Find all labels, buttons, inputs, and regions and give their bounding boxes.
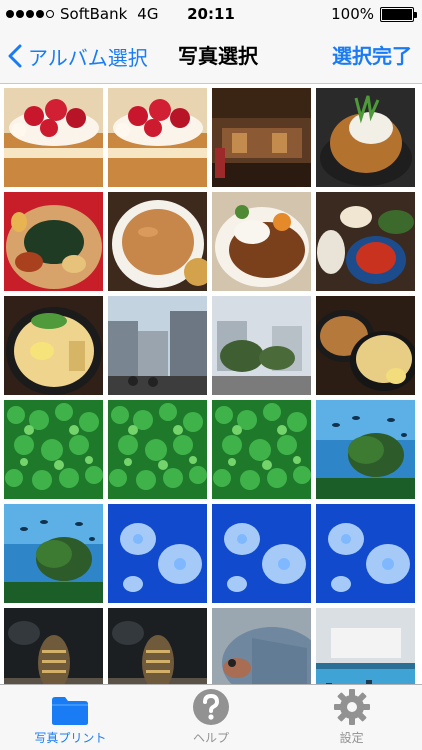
- photo-thumbnail[interactable]: [4, 400, 103, 499]
- photo-image: [316, 504, 415, 603]
- photo-thumbnail[interactable]: [212, 192, 311, 291]
- photo-image: [316, 192, 415, 291]
- photo-image: [4, 296, 103, 395]
- photo-image: [316, 88, 415, 187]
- photo-thumbnail[interactable]: [4, 296, 103, 395]
- chevron-left-icon: [8, 44, 22, 68]
- done-button[interactable]: 選択完了: [332, 28, 412, 84]
- tab-label: ヘルプ: [193, 731, 230, 745]
- photo-thumbnail[interactable]: [4, 504, 103, 603]
- photo-thumbnail[interactable]: [108, 296, 207, 395]
- photo-thumbnail[interactable]: [212, 504, 311, 603]
- photo-image: [212, 400, 311, 499]
- photo-image: [108, 88, 207, 187]
- battery-icon: [380, 6, 417, 22]
- photo-thumbnail[interactable]: [316, 192, 415, 291]
- tab-bar: 写真プリント ヘルプ 設定: [0, 684, 422, 750]
- photo-image: [316, 400, 415, 499]
- photo-thumbnail[interactable]: [108, 192, 207, 291]
- photo-thumbnail[interactable]: [4, 88, 103, 187]
- photo-image: [108, 504, 207, 603]
- page-title: 写真選択: [178, 44, 258, 68]
- photo-image: [4, 504, 103, 603]
- photo-image: [4, 88, 103, 187]
- photo-image: [108, 400, 207, 499]
- photo-image: [108, 192, 207, 291]
- navigation-bar: アルバム選択 写真選択 選択完了: [0, 28, 422, 84]
- photo-image: [316, 296, 415, 395]
- status-bar: SoftBank 4G 20:11 100%: [0, 0, 422, 28]
- photo-image: [212, 88, 311, 187]
- photo-thumbnail[interactable]: [316, 400, 415, 499]
- back-button[interactable]: アルバム選択: [8, 28, 148, 84]
- tab-settings[interactable]: 設定: [281, 685, 422, 750]
- photo-thumbnail[interactable]: [108, 504, 207, 603]
- tab-label: 設定: [339, 731, 364, 745]
- photo-thumbnail[interactable]: [212, 88, 311, 187]
- photo-image: [108, 296, 207, 395]
- photo-thumbnail[interactable]: [108, 400, 207, 499]
- photo-image: [212, 504, 311, 603]
- battery-percent: 100%: [331, 5, 374, 23]
- photo-image: [4, 192, 103, 291]
- folder-icon: [52, 697, 89, 725]
- photo-image: [212, 296, 311, 395]
- photo-thumbnail[interactable]: [212, 400, 311, 499]
- tab-help[interactable]: ヘルプ: [141, 685, 282, 750]
- back-button-label: アルバム選択: [28, 45, 148, 70]
- photo-thumbnail[interactable]: [316, 296, 415, 395]
- photo-thumbnail[interactable]: [108, 88, 207, 187]
- tab-photo-print[interactable]: 写真プリント: [0, 685, 141, 750]
- question-icon: [193, 689, 229, 725]
- gear-icon: [333, 689, 370, 725]
- photo-image: [212, 192, 311, 291]
- tab-label: 写真プリント: [34, 731, 107, 745]
- photo-thumbnail[interactable]: [212, 296, 311, 395]
- photo-image: [4, 400, 103, 499]
- photo-thumbnail[interactable]: [4, 192, 103, 291]
- photo-thumbnail[interactable]: [316, 504, 415, 603]
- photo-grid: [4, 88, 420, 707]
- photo-thumbnail[interactable]: [316, 88, 415, 187]
